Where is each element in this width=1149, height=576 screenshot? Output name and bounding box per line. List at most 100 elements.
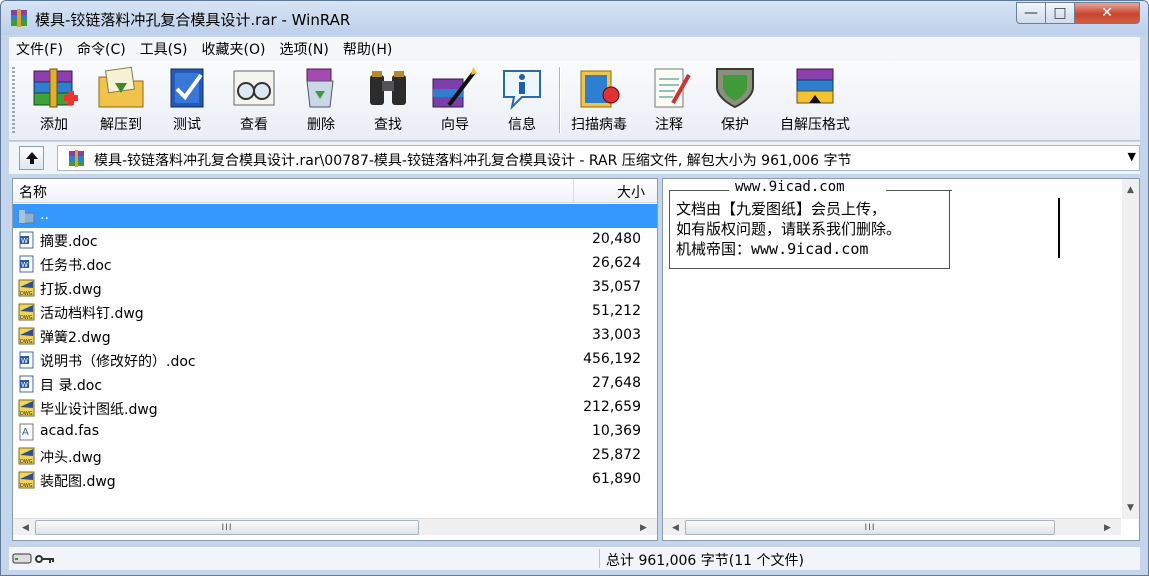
file-size: 26,624 bbox=[592, 255, 641, 271]
view-button[interactable]: 查看 bbox=[221, 65, 287, 137]
file-size: 456,192 bbox=[583, 351, 641, 367]
path-combobox[interactable]: 模具-铰链落料冲孔复合模具设计.rar\00787-模具-铰链落料冲孔复合模具设… bbox=[57, 145, 1140, 171]
delete-recycle-icon bbox=[306, 68, 334, 108]
file-row[interactable]: DWG 冲头.dwg 25,872 bbox=[13, 444, 657, 468]
toolbar-grip[interactable] bbox=[12, 67, 15, 133]
find-binoculars-icon bbox=[370, 71, 406, 105]
column-header-size[interactable]: 大小 bbox=[573, 179, 655, 203]
scroll-left-icon[interactable]: ◀ bbox=[667, 519, 684, 536]
delete-button[interactable]: 删除 bbox=[288, 65, 354, 137]
scroll-right-icon[interactable]: ▶ bbox=[1099, 519, 1116, 536]
file-row[interactable]: DWG 装配图.dwg 61,890 bbox=[13, 468, 657, 492]
delete-label: 删除 bbox=[307, 117, 335, 133]
comment-hscrollbar[interactable]: ◀ III ▶ bbox=[663, 518, 1121, 535]
file-row[interactable]: DWG 弹簧2.dwg 33,003 bbox=[13, 324, 657, 348]
menu-favorites[interactable]: 收藏夹(O) bbox=[195, 39, 273, 59]
sfx-archive-icon bbox=[796, 68, 834, 104]
toolbar: 添加 解压到 测试 查看 删除 查找 向导 信息 扫描病毒 注释 保护 自解压格… bbox=[9, 61, 1140, 141]
file-row[interactable]: W 摘要.doc 20,480 bbox=[13, 228, 657, 252]
extract-to-button[interactable]: 解压到 bbox=[88, 65, 154, 137]
add-label: 添加 bbox=[40, 117, 68, 133]
sfx-button[interactable]: 自解压格式 bbox=[774, 65, 856, 137]
file-name: acad.fas bbox=[40, 423, 99, 439]
doc-file-icon: W bbox=[18, 255, 35, 273]
view-glasses-icon bbox=[233, 70, 275, 106]
file-row[interactable]: DWG 打扳.dwg 35,057 bbox=[13, 276, 657, 300]
file-size: 35,057 bbox=[592, 279, 641, 295]
file-row[interactable]: DWG 活动档料钉.dwg 51,212 bbox=[13, 300, 657, 324]
svg-text:W: W bbox=[21, 357, 28, 365]
file-name: 摘要.doc bbox=[40, 234, 98, 250]
scroll-left-icon[interactable]: ◀ bbox=[17, 519, 34, 536]
up-folder-button[interactable] bbox=[19, 146, 44, 170]
file-name: 活动档料钉.dwg bbox=[40, 306, 144, 322]
file-row[interactable]: W 目 录.doc 27,648 bbox=[13, 372, 657, 396]
virus-scan-icon bbox=[580, 70, 620, 108]
find-label: 查找 bbox=[374, 117, 402, 133]
add-button[interactable]: 添加 bbox=[21, 65, 87, 137]
file-name: 弹簧2.dwg bbox=[40, 330, 111, 346]
test-button[interactable]: 测试 bbox=[154, 65, 220, 137]
dropdown-arrow-icon[interactable]: ▼ bbox=[1128, 150, 1136, 163]
scroll-thumb[interactable]: III bbox=[685, 520, 1055, 535]
file-name: 目 录.doc bbox=[40, 378, 103, 394]
parent-folder-row[interactable]: .. bbox=[13, 204, 657, 228]
minimize-button[interactable]: — bbox=[1016, 2, 1046, 24]
title-bar[interactable]: 模具-铰链落料冲孔复合模具设计.rar - WinRAR — □ ✕ bbox=[1, 1, 1148, 35]
maximize-button[interactable]: □ bbox=[1045, 2, 1075, 24]
file-name: 任务书.doc bbox=[40, 258, 112, 274]
menu-commands[interactable]: 命令(C) bbox=[70, 39, 133, 59]
comment-line-2: 如有版权问题，请联系我们删除。 bbox=[676, 220, 902, 238]
svg-text:W: W bbox=[21, 261, 28, 269]
find-button[interactable]: 查找 bbox=[355, 65, 421, 137]
menu-bar: 文件(F) 命令(C) 工具(S) 收藏夹(O) 选项(N) 帮助(H) bbox=[9, 37, 1140, 61]
file-name: .. bbox=[40, 207, 49, 223]
extract-folder-icon bbox=[98, 66, 144, 108]
close-icon: ✕ bbox=[1101, 5, 1113, 21]
dwg-file-icon: DWG bbox=[18, 279, 35, 297]
wizard-wand-icon bbox=[432, 67, 477, 108]
protect-button[interactable]: 保护 bbox=[702, 65, 768, 137]
scan-virus-label: 扫描病毒 bbox=[571, 117, 627, 133]
file-row[interactable]: Aacad.fas 10,369 bbox=[13, 420, 657, 444]
fas-file-icon: A bbox=[18, 423, 35, 441]
svg-text:W: W bbox=[21, 237, 28, 245]
comment-title: www.9icad.com bbox=[735, 179, 845, 195]
comment-vscrollbar[interactable]: ▲ ▼ bbox=[1122, 179, 1139, 519]
info-button[interactable]: 信息 bbox=[489, 65, 555, 137]
sfx-label: 自解压格式 bbox=[780, 117, 850, 133]
file-size: 212,659 bbox=[583, 399, 641, 415]
scroll-down-icon[interactable]: ▼ bbox=[1122, 499, 1139, 516]
file-size: 61,890 bbox=[592, 471, 641, 487]
menu-options[interactable]: 选项(N) bbox=[272, 39, 335, 59]
close-button[interactable]: ✕ bbox=[1074, 2, 1140, 24]
file-list-hscrollbar[interactable]: ◀ III ▶ bbox=[13, 518, 657, 535]
archive-icon bbox=[69, 150, 84, 167]
column-header-name[interactable]: 名称 bbox=[19, 182, 47, 202]
scroll-right-icon[interactable]: ▶ bbox=[635, 519, 652, 536]
extract-label: 解压到 bbox=[100, 117, 142, 133]
info-label: 信息 bbox=[508, 117, 536, 133]
view-label: 查看 bbox=[240, 117, 268, 133]
dwg-file-icon: DWG bbox=[18, 447, 35, 465]
scan-virus-button[interactable]: 扫描病毒 bbox=[566, 65, 632, 137]
comment-line-1: 文档由【九爱图纸】会员上传， bbox=[676, 200, 887, 218]
scroll-up-icon[interactable]: ▲ bbox=[1122, 181, 1139, 198]
dwg-file-icon: DWG bbox=[18, 399, 35, 417]
status-bar: 总计 961,006 字节(11 个文件) bbox=[9, 546, 1140, 570]
drive-key-icon[interactable] bbox=[12, 550, 58, 567]
menu-file[interactable]: 文件(F) bbox=[9, 39, 70, 59]
maximize-icon: □ bbox=[1053, 5, 1067, 21]
file-row[interactable]: DWG 毕业设计图纸.dwg 212,659 bbox=[13, 396, 657, 420]
file-row[interactable]: W 任务书.doc 26,624 bbox=[13, 252, 657, 276]
address-bar: 模具-铰链落料冲孔复合模具设计.rar\00787-模具-铰链落料冲孔复合模具设… bbox=[9, 142, 1140, 174]
wizard-button[interactable]: 向导 bbox=[422, 65, 488, 137]
comment-text-cursor bbox=[1058, 198, 1060, 258]
menu-help[interactable]: 帮助(H) bbox=[336, 39, 399, 59]
comment-label: 注释 bbox=[655, 117, 683, 133]
file-row[interactable]: W 说明书（修改好的）.doc 456,192 bbox=[13, 348, 657, 372]
svg-text:W: W bbox=[21, 381, 28, 389]
menu-tools[interactable]: 工具(S) bbox=[133, 39, 195, 59]
scroll-thumb[interactable]: III bbox=[35, 520, 419, 535]
comment-button[interactable]: 注释 bbox=[636, 65, 702, 137]
